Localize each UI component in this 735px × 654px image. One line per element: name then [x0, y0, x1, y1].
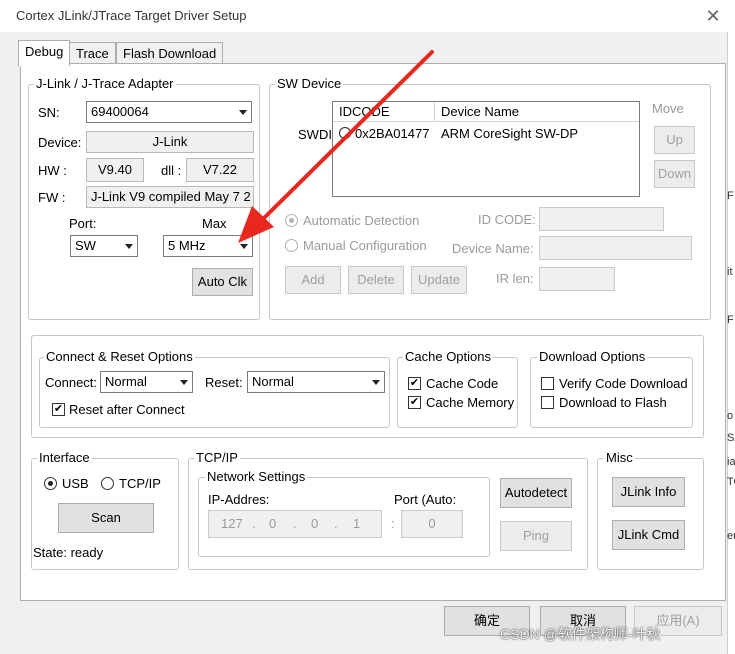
tab-debug[interactable]: Debug: [18, 40, 71, 66]
annotation-arrow: [238, 50, 434, 243]
watermark: CSDN @软件架构师-叶秋: [500, 626, 661, 642]
